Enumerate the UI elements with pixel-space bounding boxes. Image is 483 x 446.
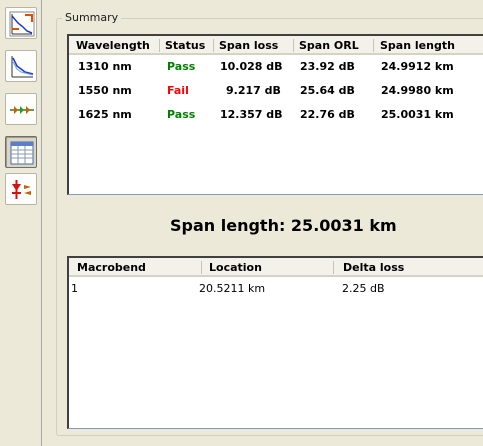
cell-span-length: 24.9912 km bbox=[381, 60, 454, 73]
cell-delta-loss: 2.25 dB bbox=[342, 282, 385, 295]
link-view-icon bbox=[10, 106, 34, 114]
cell-span-loss: 9.217 dB bbox=[226, 84, 281, 97]
cell-span-loss: 12.357 dB bbox=[220, 108, 283, 121]
col-header-span-orl[interactable]: Span ORL bbox=[299, 39, 359, 52]
col-header-macrobend[interactable]: Macrobend bbox=[77, 261, 146, 274]
summary-table-button[interactable] bbox=[5, 136, 37, 168]
trace-view-button[interactable] bbox=[5, 7, 37, 39]
cell-span-loss: 10.028 dB bbox=[220, 60, 283, 73]
link-view-button[interactable] bbox=[5, 93, 37, 125]
cell-wavelength: 1310 nm bbox=[78, 60, 132, 73]
cell-location: 20.5211 km bbox=[199, 282, 266, 295]
trace-view-icon bbox=[9, 11, 35, 37]
status-badge: Pass bbox=[167, 108, 196, 121]
col-header-status[interactable]: Status bbox=[165, 39, 205, 52]
cell-span-orl: 25.64 dB bbox=[300, 84, 355, 97]
col-header-location[interactable]: Location bbox=[209, 261, 262, 274]
col-header-delta-loss[interactable]: Delta loss bbox=[343, 261, 404, 274]
col-header-span-loss[interactable]: Span loss bbox=[219, 39, 278, 52]
summary-title: Summary bbox=[62, 11, 122, 24]
view-toolbar bbox=[0, 0, 42, 446]
macrobend-table-header: Macrobend Location Delta loss bbox=[69, 258, 483, 277]
cell-wavelength: 1625 nm bbox=[78, 108, 132, 121]
cell-span-length: 24.9980 km bbox=[381, 84, 454, 97]
event-marker-icon bbox=[12, 180, 31, 199]
status-badge: Pass bbox=[167, 60, 196, 73]
col-header-span-length[interactable]: Span length bbox=[380, 39, 455, 52]
macrobend-table[interactable]: Macrobend Location Delta loss 1 20.5211 … bbox=[67, 256, 483, 429]
trace-graph-button[interactable] bbox=[5, 50, 37, 82]
cell-span-orl: 23.92 dB bbox=[300, 60, 355, 73]
cell-macrobend: 1 bbox=[71, 282, 78, 295]
span-length-total: Span length: 25.0031 km bbox=[170, 216, 397, 235]
cell-span-orl: 22.76 dB bbox=[300, 108, 355, 121]
cell-span-length: 25.0031 km bbox=[381, 108, 454, 121]
event-marker-button[interactable] bbox=[5, 173, 37, 205]
col-header-wavelength[interactable]: Wavelength bbox=[76, 39, 150, 52]
status-badge: Fail bbox=[167, 84, 189, 97]
summary-table[interactable]: Wavelength Status Span loss Span ORL Spa… bbox=[67, 34, 483, 195]
trace-graph-icon bbox=[11, 56, 34, 78]
summary-table-header: Wavelength Status Span loss Span ORL Spa… bbox=[69, 36, 483, 55]
cell-wavelength: 1550 nm bbox=[78, 84, 132, 97]
summary-table-icon bbox=[10, 141, 34, 165]
